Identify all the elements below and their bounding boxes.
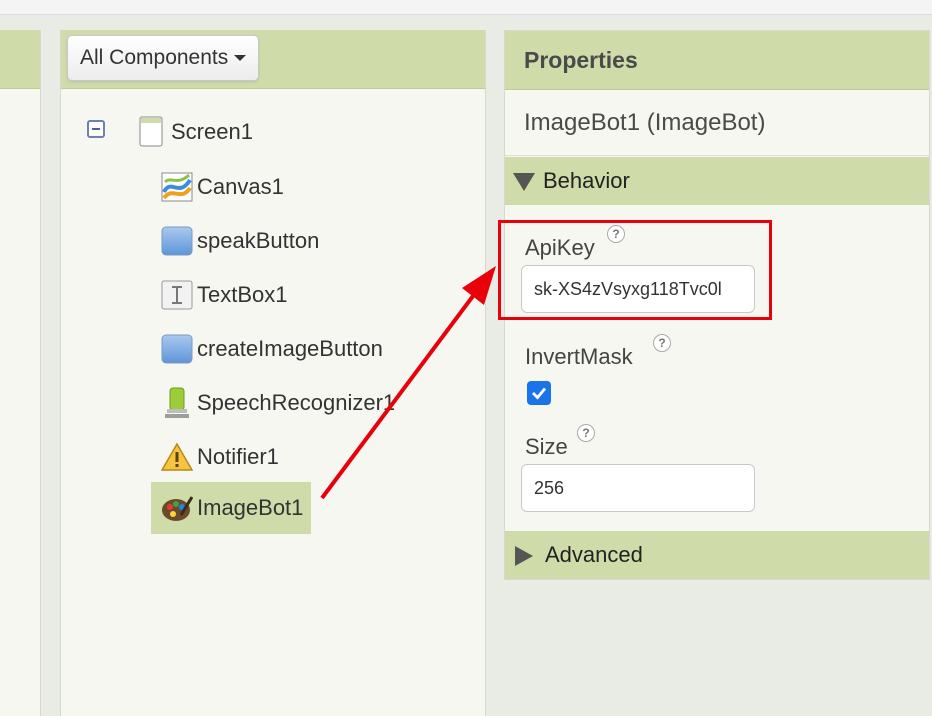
- size-input[interactable]: [521, 464, 755, 512]
- advanced-section-label: Advanced: [545, 542, 643, 567]
- left-panel-partial: [0, 30, 41, 716]
- behavior-section-label: Behavior: [543, 168, 630, 193]
- tree-item-label: Notifier1: [197, 444, 279, 469]
- help-icon[interactable]: ?: [577, 424, 595, 442]
- tree-item-screen1[interactable]: Screen1: [135, 112, 253, 152]
- screen-icon: [135, 116, 167, 148]
- tree-item-label: TextBox1: [197, 282, 288, 307]
- checkmark-icon: [532, 387, 547, 400]
- caret-down-icon: [234, 55, 247, 62]
- triangle-down-icon: [513, 173, 535, 192]
- triangle-right-icon: [515, 546, 533, 567]
- components-panel: All Components Screen1 Canvas1 speakButt…: [60, 30, 486, 716]
- tree-item-imagebot1[interactable]: ImageBot1: [151, 482, 312, 534]
- button-icon: [161, 333, 193, 365]
- tree-item-canvas1[interactable]: Canvas1: [161, 167, 284, 207]
- left-panel-header: [0, 30, 40, 89]
- tree-item-speechrecognizer1[interactable]: SpeechRecognizer1: [161, 383, 395, 423]
- speech-recognizer-icon: [161, 387, 193, 419]
- dropdown-label: All Components: [80, 46, 229, 69]
- selected-component-title: ImageBot1 (ImageBot): [505, 90, 929, 156]
- tree-item-label: Canvas1: [197, 174, 284, 199]
- behavior-section-header[interactable]: Behavior: [505, 157, 929, 205]
- tree-item-label: speakButton: [197, 228, 320, 253]
- tree-item-textbox1[interactable]: TextBox1: [161, 275, 288, 315]
- help-icon[interactable]: ?: [653, 334, 671, 352]
- annotation-highlight-box: [498, 220, 772, 320]
- invertmask-checkbox[interactable]: [527, 381, 551, 405]
- textbox-icon: [161, 279, 193, 311]
- imagebot-palette-icon: [161, 492, 193, 524]
- tree-item-label: ImageBot1: [197, 495, 304, 520]
- size-label: Size: [525, 434, 568, 459]
- components-panel-header: All Components: [61, 30, 485, 89]
- tree-item-notifier1[interactable]: Notifier1: [161, 437, 279, 477]
- tree-item-speakbutton[interactable]: speakButton: [161, 221, 319, 261]
- advanced-section-header[interactable]: Advanced: [505, 531, 929, 579]
- collapse-toggle-icon[interactable]: [87, 120, 105, 138]
- tree-item-label: Screen1: [171, 119, 253, 144]
- invertmask-label: InvertMask: [525, 344, 633, 369]
- button-icon: [161, 225, 193, 257]
- top-bar: [0, 0, 932, 15]
- tree-item-label: SpeechRecognizer1: [197, 390, 396, 415]
- notifier-warning-icon: [161, 441, 193, 473]
- all-components-dropdown[interactable]: All Components: [67, 35, 260, 81]
- canvas-icon: [161, 171, 193, 203]
- properties-header: Properties: [505, 31, 929, 90]
- tree-item-label: createImageButton: [197, 336, 383, 361]
- tree-item-createimagebutton[interactable]: createImageButton: [161, 329, 383, 369]
